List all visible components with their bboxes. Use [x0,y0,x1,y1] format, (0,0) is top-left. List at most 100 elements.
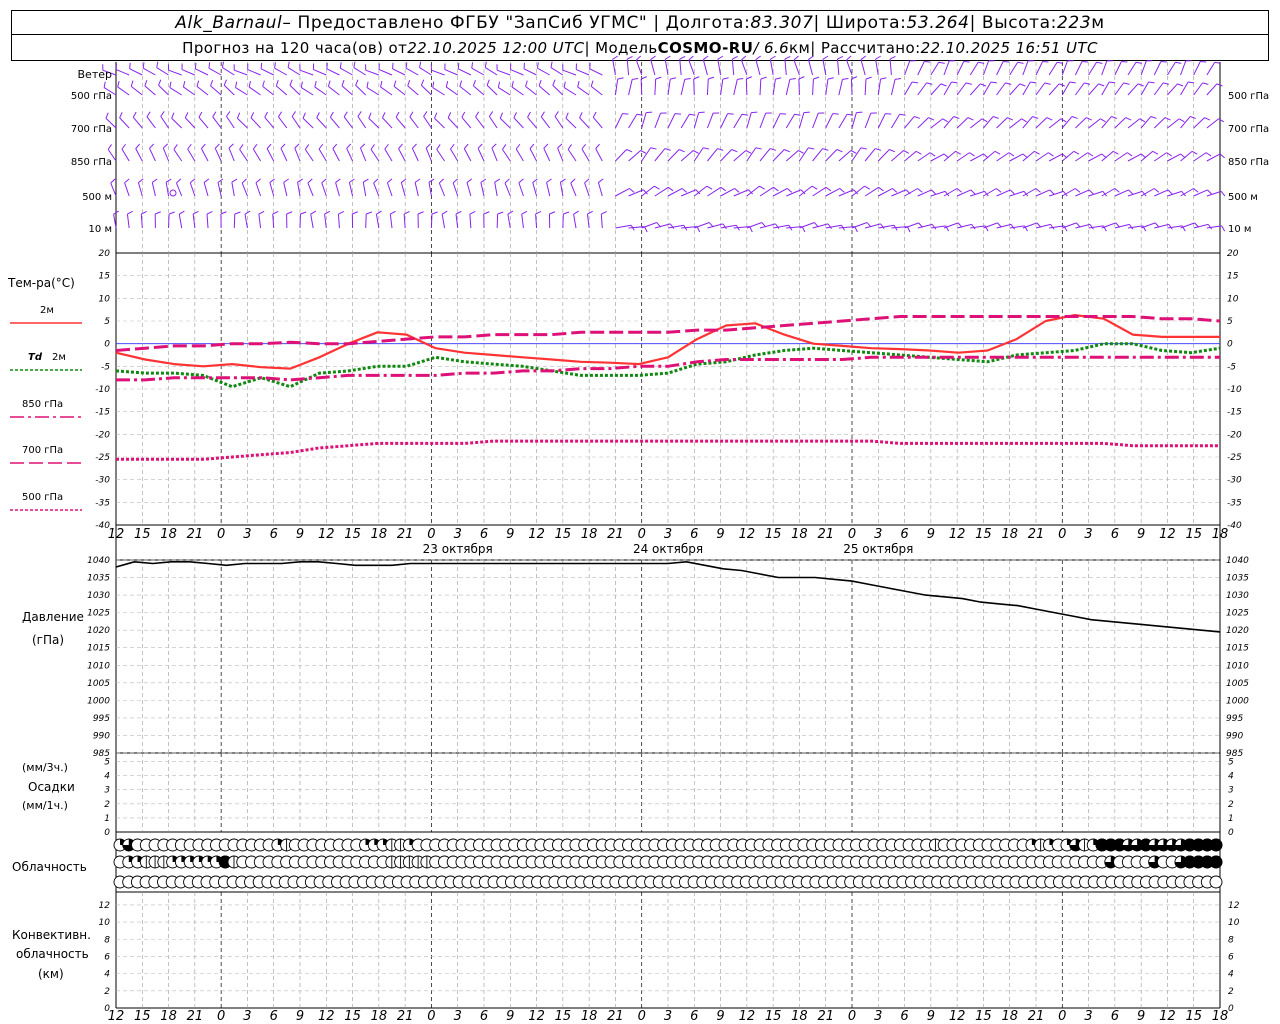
wind-barb-feather [1089,224,1094,230]
wind-barb [688,59,695,76]
wind-barb-feather [911,81,919,84]
wind-barb-feather [793,55,799,61]
wind-barb-feather [117,81,120,88]
wind-barb-feather [321,178,327,184]
wind-barb-feather [203,178,210,183]
wind-barb [943,150,956,162]
wind-barb [382,117,393,129]
wind-barb-feather [1218,118,1225,123]
wind-barb-feather [892,188,898,193]
xtick-label: 15 [134,1009,151,1024]
wind-barb [1035,152,1049,162]
wind-barb-feather [217,178,224,183]
wind-barb [1035,82,1046,96]
xtick-label: 6 [1111,1009,1119,1024]
wind-barb [772,149,785,162]
wind-barb [706,78,709,96]
wind-barb [258,214,262,229]
wind-barb [904,150,917,162]
xtick-label: 12 [739,1009,756,1024]
wind-barb [851,222,868,229]
wind-barb [362,182,367,197]
wind-barb [707,148,718,162]
wind-barb [680,114,690,129]
wind-barb [473,85,485,96]
wind-barb [208,67,222,76]
wind-barb-feather [208,62,211,69]
xtick-label: 0 [848,1009,856,1024]
wind-barb-feather [1150,116,1157,119]
wind-barb-feather [928,117,935,121]
temp-ytick-right: 0 [1227,340,1233,350]
xtick-label: 6 [1111,527,1119,542]
wind-barb-feather [226,111,231,117]
wind-barb [799,185,813,197]
wind-barb [328,85,340,96]
xtick-label: 12 [108,1009,125,1024]
wind-barb [1075,152,1089,162]
wind-barb [877,79,882,96]
wind-barb-feather [307,178,313,184]
wind-barb-feather [1207,224,1213,230]
wind-barb-feather [557,143,563,149]
xtick-label: 6 [270,527,278,542]
wind-barb-feather [554,111,559,117]
wind-barb [785,79,791,96]
temp-ytick: -20 [95,430,110,440]
wind-barb-feather [471,62,474,69]
wind-barb [458,68,472,76]
precip-ytick-right: 4 [1228,772,1234,782]
wind-barb-feather [601,211,607,215]
temp-ytick: 20 [99,249,111,259]
precip-label: Осадки [28,780,75,794]
wind-barb [121,148,130,162]
precip-ytick-right: 0 [1228,828,1234,838]
wind-barb-feather [1044,82,1051,85]
wind-barb-feather [1100,118,1106,123]
xtick-label: 6 [270,1009,278,1024]
wind-barb-feather [598,178,604,183]
wind-barb [491,147,498,162]
temp-ytick: -10 [95,385,110,395]
wind-barb [498,87,511,96]
wind-barb-feather [160,111,165,117]
wind-barb [812,78,814,96]
legend-t500-label: 500 гПа [22,492,63,503]
wind-barb [579,117,590,129]
wind-barb-feather [318,143,324,150]
wind-barb [733,189,749,197]
xtick-label: 9 [506,527,514,542]
wind-barb [595,148,603,162]
wind-barb-feather [469,211,476,215]
wind-barb-feather [942,118,949,123]
xtick-label: 15 [344,1009,361,1024]
wind-barb [124,182,130,197]
wind-barb-feather [708,76,715,80]
wind-barb [217,182,222,197]
wind-barb-feather [146,111,151,118]
conv-ytick-right: 4 [1228,970,1234,980]
wind-barb [162,147,170,162]
pressure-ytick-right: 990 [1226,731,1243,741]
wind-barb-feather [1148,81,1155,84]
wind-barb-feather [570,178,576,184]
wind-barb [720,79,724,96]
xtick-label: 15 [134,527,151,542]
wind-barb [1035,117,1048,129]
wind-barb [1101,150,1114,162]
xtick-label: 12 [1159,1009,1176,1024]
wind-barb-feather [1204,117,1211,121]
wind-barb [425,147,432,162]
wind-barb [891,189,907,197]
xtick-label: 12 [528,1009,545,1024]
wind-barb [1114,152,1128,162]
wind-barb-feather [173,144,178,150]
wind-barb-feather [827,77,834,80]
wind-barb-feather [971,224,976,230]
wind-barb [189,182,196,197]
xtick-label: 21 [1028,527,1045,542]
wind-barb [1048,83,1060,96]
wind-barb-feather [543,143,549,149]
wind-barb-feather [124,178,130,184]
xtick-label: 21 [607,527,624,542]
